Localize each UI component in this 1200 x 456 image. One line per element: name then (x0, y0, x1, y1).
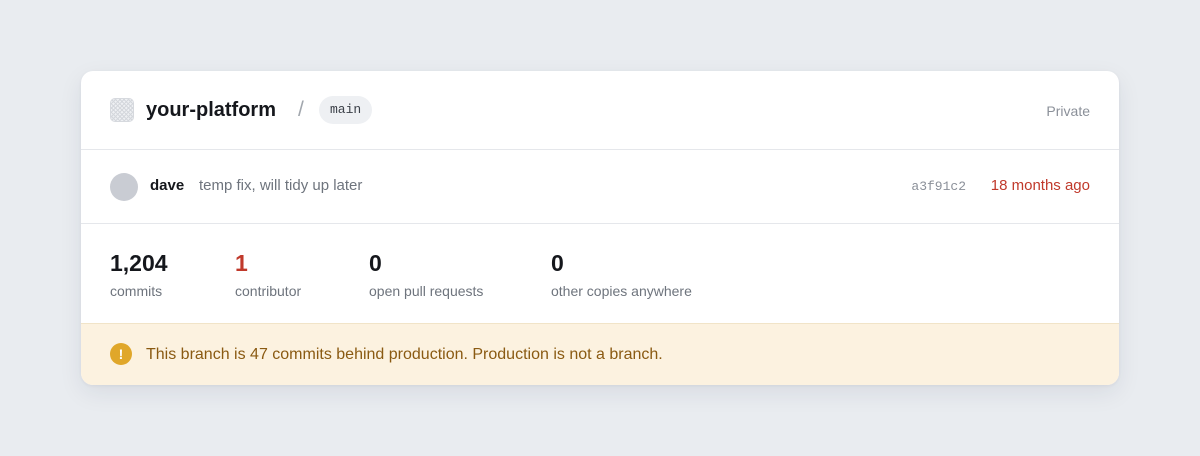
stat-contributors[interactable]: 1 contributor (235, 249, 301, 300)
commit-author[interactable]: dave (150, 177, 184, 195)
warning-text: This branch is 47 commits behind product… (146, 346, 663, 363)
stat-label: other copies anywhere (551, 283, 692, 299)
latest-commit[interactable]: dave temp fix, will tidy up later a3f91c… (81, 150, 1119, 224)
path-separator: / (298, 98, 304, 121)
stat-label: commits (110, 283, 163, 299)
warning-banner: ! This branch is 47 commits behind produ… (81, 323, 1119, 385)
branch-selector[interactable]: main (319, 96, 373, 124)
stat-value: 0 (369, 250, 382, 276)
stat-value: 0 (551, 250, 564, 276)
commit-message[interactable]: temp fix, will tidy up later (199, 177, 362, 195)
warning-icon: ! (110, 343, 132, 365)
repo-name[interactable]: your-platform (146, 98, 276, 122)
avatar[interactable] (110, 173, 138, 201)
repo-card: your-platform / main Private dave temp f… (81, 71, 1119, 385)
repo-icon (110, 98, 134, 122)
repo-header: your-platform / main Private (81, 71, 1119, 150)
stat-commits[interactable]: 1,204 commits (110, 249, 168, 300)
stat-value: 1 (235, 250, 248, 276)
commit-age: 18 months ago (990, 177, 1090, 194)
stat-pull-requests[interactable]: 0 open pull requests (369, 249, 483, 300)
visibility-label: Private (1046, 103, 1090, 119)
commit-sha[interactable]: a3f91c2 (911, 178, 966, 196)
stat-copies: 0 other copies anywhere (551, 249, 692, 300)
stat-label: contributor (235, 283, 302, 299)
stat-value: 1,204 (110, 250, 168, 276)
repo-stats: 1,204 commits 1 contributor 0 open pull … (81, 224, 1119, 323)
stat-label: open pull requests (369, 283, 484, 299)
